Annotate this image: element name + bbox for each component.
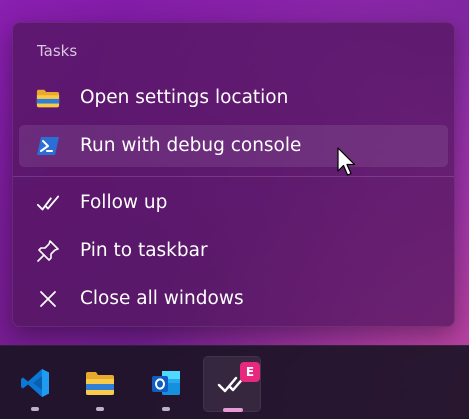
menu-item-close-all-windows[interactable]: Close all windows xyxy=(19,278,448,320)
running-indicator xyxy=(162,407,170,411)
menu-item-label: Follow up xyxy=(80,192,168,213)
menu-item-label: Pin to taskbar xyxy=(80,240,208,261)
outlook-icon xyxy=(152,371,180,395)
taskbar-app-outlook[interactable] xyxy=(137,356,195,412)
powershell-icon xyxy=(36,135,60,157)
taskbar-app-vscode[interactable] xyxy=(6,356,64,412)
running-indicator xyxy=(96,407,104,411)
section-header-tasks: Tasks xyxy=(37,42,78,60)
file-explorer-icon xyxy=(86,372,114,395)
mouse-cursor-icon xyxy=(337,147,356,176)
taskbar-app-espanso[interactable]: E xyxy=(203,356,261,412)
running-indicator xyxy=(31,407,39,411)
jump-list-menu: Tasks Open settings location Run with de… xyxy=(12,22,455,327)
folder-icon xyxy=(36,87,60,109)
menu-item-run-with-debug-console[interactable]: Run with debug console xyxy=(19,125,448,167)
close-icon xyxy=(36,288,60,310)
menu-item-follow-up[interactable]: Follow up xyxy=(19,182,448,224)
app-badge: E xyxy=(240,362,260,382)
menu-item-open-settings-location[interactable]: Open settings location xyxy=(19,77,448,119)
menu-item-label: Open settings location xyxy=(80,87,289,108)
taskbar-app-file-explorer[interactable] xyxy=(71,356,129,412)
vscode-icon xyxy=(21,369,49,397)
menu-separator xyxy=(13,176,454,177)
menu-item-label: Close all windows xyxy=(80,288,244,309)
menu-item-label: Run with debug console xyxy=(80,135,302,156)
taskbar: E xyxy=(0,345,469,419)
checkmark-icon xyxy=(36,192,60,214)
pin-icon xyxy=(36,240,60,262)
menu-item-pin-to-taskbar[interactable]: Pin to taskbar xyxy=(19,230,448,272)
active-indicator xyxy=(223,408,243,412)
